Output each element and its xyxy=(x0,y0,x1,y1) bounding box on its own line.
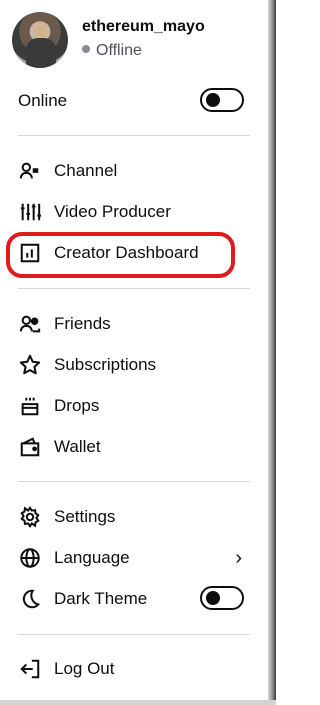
menu-item-drops[interactable]: Drops xyxy=(18,392,250,420)
toggle-knob xyxy=(206,93,220,107)
menu-item-label: Video Producer xyxy=(54,202,171,221)
divider xyxy=(18,135,250,136)
star-icon xyxy=(18,353,42,377)
avatar-head xyxy=(34,22,48,38)
online-toggle[interactable] xyxy=(200,88,244,112)
window-bottom-edge xyxy=(0,700,276,705)
divider xyxy=(18,481,250,482)
menu-item-label: Wallet xyxy=(54,437,101,456)
username: ethereum_mayo xyxy=(82,18,205,35)
divider xyxy=(18,634,250,635)
menu-item-friends[interactable]: Friends xyxy=(18,310,250,338)
avatar-figure xyxy=(26,38,56,68)
wallet-icon xyxy=(18,435,42,459)
globe-icon xyxy=(18,546,42,570)
menu-item-channel[interactable]: Channel xyxy=(18,157,250,185)
menu-item-label: Log Out xyxy=(54,659,115,678)
gear-icon xyxy=(18,505,42,529)
menu-item-label: Friends xyxy=(54,314,111,333)
menu-item-dark-theme: Dark Theme xyxy=(18,585,250,613)
menu-item-label: Drops xyxy=(54,396,100,415)
status-label: Offline xyxy=(96,42,142,59)
avatar xyxy=(12,12,68,68)
menu-item-language[interactable]: Language › xyxy=(18,544,250,572)
online-row: Online xyxy=(18,87,250,115)
highlight-annotation xyxy=(6,232,235,278)
divider xyxy=(18,288,250,289)
menu-item-subscriptions[interactable]: Subscriptions xyxy=(18,351,250,379)
drops-icon xyxy=(18,394,42,418)
menu-item-wallet[interactable]: Wallet xyxy=(18,433,250,461)
menu-item-label: Channel xyxy=(54,161,118,180)
menu-item-settings[interactable]: Settings xyxy=(18,503,250,531)
user-menu: ethereum_mayo Offline Online Channel Vid… xyxy=(0,0,268,700)
dark-theme-toggle[interactable] xyxy=(200,586,244,610)
window-edge-shadow xyxy=(268,0,276,705)
menu-item-label: Language xyxy=(54,548,130,567)
logout-icon xyxy=(18,657,42,681)
menu-item-label: Settings xyxy=(54,507,116,526)
chevron-right-icon: › xyxy=(235,547,242,569)
profile-header: ethereum_mayo Offline xyxy=(12,12,252,68)
online-label: Online xyxy=(18,91,68,110)
toggle-knob xyxy=(206,591,220,605)
moon-icon xyxy=(18,587,42,611)
friends-icon xyxy=(18,312,42,336)
menu-item-log-out[interactable]: Log Out xyxy=(18,655,250,683)
status: Offline xyxy=(82,42,142,60)
video-producer-icon xyxy=(18,200,42,224)
channel-icon xyxy=(18,159,42,183)
menu-item-label: Subscriptions xyxy=(54,355,157,374)
status-dot-icon xyxy=(82,45,90,53)
menu-item-label: Dark Theme xyxy=(54,589,148,608)
menu-item-video-producer[interactable]: Video Producer xyxy=(18,198,250,226)
